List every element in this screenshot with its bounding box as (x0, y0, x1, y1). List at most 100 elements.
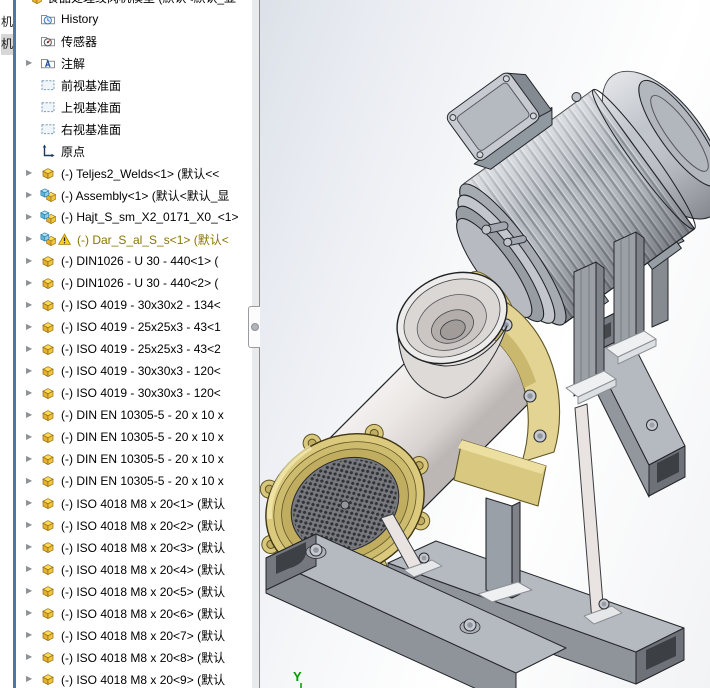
assembly-icon (40, 209, 56, 225)
tree-row[interactable]: ▶ (-) ISO 4019 - 30x30x3 - 120< (16, 360, 252, 382)
tree-row-label: (-) ISO 4018 M8 x 20<8> (默认 (61, 650, 226, 665)
expand-arrow-icon[interactable]: ▶ (26, 59, 40, 67)
tree-row[interactable]: ▶ (-) ISO 4018 M8 x 20<3> (默认 (16, 536, 252, 558)
tree-row[interactable]: ▶ (-) DIN1026 - U 30 - 440<2> ( (16, 272, 252, 294)
part-icon (40, 341, 56, 357)
expand-arrow-icon[interactable]: ▶ (26, 631, 40, 639)
tree-row-label: (-) ISO 4018 M8 x 20<3> (默认 (61, 540, 226, 555)
expand-arrow-icon[interactable]: ▶ (26, 213, 40, 221)
pedestal-post (477, 497, 533, 603)
plane-icon (40, 77, 56, 93)
tree-row[interactable]: 食品处理绞肉机模型 (默认<默认_显 (16, 0, 252, 8)
part-icon (40, 495, 56, 511)
part-icon (40, 407, 56, 423)
expand-arrow-icon[interactable]: ▶ (26, 323, 40, 331)
left-panel-strip: 机械 机械 (0, 0, 16, 688)
tree-row[interactable]: 原点 (16, 140, 252, 162)
splitter-grip-icon (251, 323, 259, 331)
tree-row[interactable]: ▶ (-) ISO 4019 - 30x30x3 - 120< (16, 382, 252, 404)
tree-row[interactable]: ▶ (-) ISO 4018 M8 x 20<7> (默认 (16, 624, 252, 646)
tree-row[interactable]: ▶ (-) DIN EN 10305-5 - 20 x 10 x (16, 448, 252, 470)
expand-arrow-icon[interactable]: ▶ (26, 653, 40, 661)
expand-arrow-icon[interactable]: ▶ (26, 301, 40, 309)
tree-row[interactable]: ▶ (-) DIN EN 10305-5 - 20 x 10 x (16, 426, 252, 448)
solidworks-window: Y 机械 机械 食品处理绞肉机模型 (默认<默认_显 History 传感器 ▶ 注解前… (0, 0, 710, 688)
tree-row-label: 食品处理绞肉机模型 (默认<默认_显 (47, 0, 236, 6)
tree-row[interactable]: History (16, 8, 252, 30)
tree-row[interactable]: ▶ (-) Assembly<1> (默认<默认_显 (16, 184, 252, 206)
tree-row[interactable]: ▶ (-) ISO 4019 - 25x25x3 - 43<2 (16, 338, 252, 360)
triad-y-label: Y (293, 669, 302, 684)
tree-row-label: 原点 (61, 144, 86, 159)
part-icon (40, 429, 56, 445)
expand-arrow-icon[interactable]: ▶ (26, 499, 40, 507)
tree-row[interactable]: ▶ 注解 (16, 52, 252, 74)
clipped-panel-tab[interactable]: 机械 (1, 12, 13, 33)
expand-arrow-icon[interactable]: ▶ (26, 543, 40, 551)
tree-row[interactable]: ▶ (-) DIN EN 10305-5 - 20 x 10 x (16, 404, 252, 426)
expand-arrow-icon[interactable]: ▶ (26, 521, 40, 529)
tree-row-label: (-) ISO 4018 M8 x 20<1> (默认 (61, 496, 226, 511)
tree-row[interactable]: 上视基准面 (16, 96, 252, 118)
tree-row-label: (-) ISO 4018 M8 x 20<5> (默认 (61, 584, 226, 599)
tree-row[interactable]: ▶ (-) Teljes2_Welds<1> (默认<< (16, 162, 252, 184)
part-icon (40, 165, 56, 181)
plane-icon (40, 121, 56, 137)
expand-arrow-icon[interactable]: ▶ (26, 279, 40, 287)
expand-arrow-icon[interactable]: ▶ (26, 191, 40, 199)
tree-row-label: (-) ISO 4019 - 30x30x3 - 120< (61, 364, 221, 378)
tree-row[interactable]: ▶ (-) ISO 4018 M8 x 20<1> (默认 (16, 492, 252, 514)
expand-arrow-icon[interactable]: ▶ (26, 455, 40, 463)
tree-row-label: 上视基准面 (61, 100, 122, 115)
tree-row-label: (-) ISO 4019 - 25x25x3 - 43<1 (61, 320, 221, 334)
expand-arrow-icon[interactable]: ▶ (26, 411, 40, 419)
expand-arrow-icon[interactable]: ▶ (26, 587, 40, 595)
warning-icon (58, 231, 72, 247)
expand-arrow-icon[interactable]: ▶ (26, 389, 40, 397)
tree-row-label: (-) ISO 4019 - 25x25x3 - 43<2 (61, 342, 221, 356)
tree-row-label: 前视基准面 (61, 78, 122, 93)
tree-row[interactable]: ▶ (-) ISO 4018 M8 x 20<2> (默认 (16, 514, 252, 536)
feature-manager-tree[interactable]: 食品处理绞肉机模型 (默认<默认_显 History 传感器 ▶ 注解前视基准面上视基准… (16, 0, 252, 688)
expand-arrow-icon[interactable]: ▶ (26, 675, 40, 683)
tree-row[interactable]: ▶ (-) ISO 4018 M8 x 20<5> (默认 (16, 580, 252, 602)
tree-row-label: (-) DIN EN 10305-5 - 20 x 10 x (61, 474, 224, 488)
tree-row[interactable]: ▶ (-) ISO 4018 M8 x 20<9> (默认 (16, 668, 252, 688)
part-icon (40, 363, 56, 379)
expand-arrow-icon[interactable]: ▶ (26, 367, 40, 375)
part-icon (40, 473, 56, 489)
part-icon (40, 649, 56, 665)
part-icon (40, 517, 56, 533)
tree-row[interactable]: 传感器 (16, 30, 252, 52)
tree-row[interactable]: ▶ (-) DIN1026 - U 30 - 440<1> ( (16, 250, 252, 272)
tree-row-label: (-) DIN1026 - U 30 - 440<2> ( (61, 276, 219, 290)
tree-row[interactable]: ▶ (-) ISO 4019 - 30x30x2 - 134< (16, 294, 252, 316)
expand-arrow-icon[interactable]: ▶ (26, 565, 40, 573)
tree-row[interactable]: ▶ (-) ISO 4018 M8 x 20<4> (默认 (16, 558, 252, 580)
expand-arrow-icon[interactable]: ▶ (26, 257, 40, 265)
expand-arrow-icon[interactable]: ▶ (26, 345, 40, 353)
tree-row-label: 传感器 (61, 34, 98, 49)
tree-row-label: 右视基准面 (61, 122, 122, 137)
expand-arrow-icon[interactable]: ▶ (26, 609, 40, 617)
tree-row[interactable]: ▶ (-) ISO 4018 M8 x 20<8> (默认 (16, 646, 252, 668)
expand-arrow-icon[interactable]: ▶ (26, 433, 40, 441)
expand-arrow-icon[interactable]: ▶ (26, 235, 40, 243)
expand-arrow-icon[interactable]: ▶ (26, 169, 40, 177)
panel-splitter-handle[interactable] (248, 306, 260, 348)
tree-row[interactable]: ▶ (-) Hajt_S_sm_X2_0171_X0_<1> (16, 206, 252, 228)
tree-row-label: (-) DIN EN 10305-5 - 20 x 10 x (61, 452, 224, 466)
tree-row[interactable]: ▶ (-) ISO 4018 M8 x 20<6> (默认 (16, 602, 252, 624)
plane-icon (40, 99, 56, 115)
history-icon (40, 11, 56, 27)
tree-row[interactable]: 前视基准面 (16, 74, 252, 96)
tree-row[interactable]: 右视基准面 (16, 118, 252, 140)
part-icon (40, 385, 56, 401)
expand-arrow-icon[interactable]: ▶ (26, 477, 40, 485)
part-icon (40, 671, 56, 687)
tree-row[interactable]: ▶ (-) DIN EN 10305-5 - 20 x 10 x (16, 470, 252, 492)
tree-row[interactable]: ▶ (-) ISO 4019 - 25x25x3 - 43<1 (16, 316, 252, 338)
part-icon (40, 627, 56, 643)
clipped-panel-tab-selected[interactable]: 机械 (1, 34, 13, 55)
tree-row[interactable]: ▶ (-) Dar_S_al_S_s<1> (默认< (16, 228, 252, 250)
